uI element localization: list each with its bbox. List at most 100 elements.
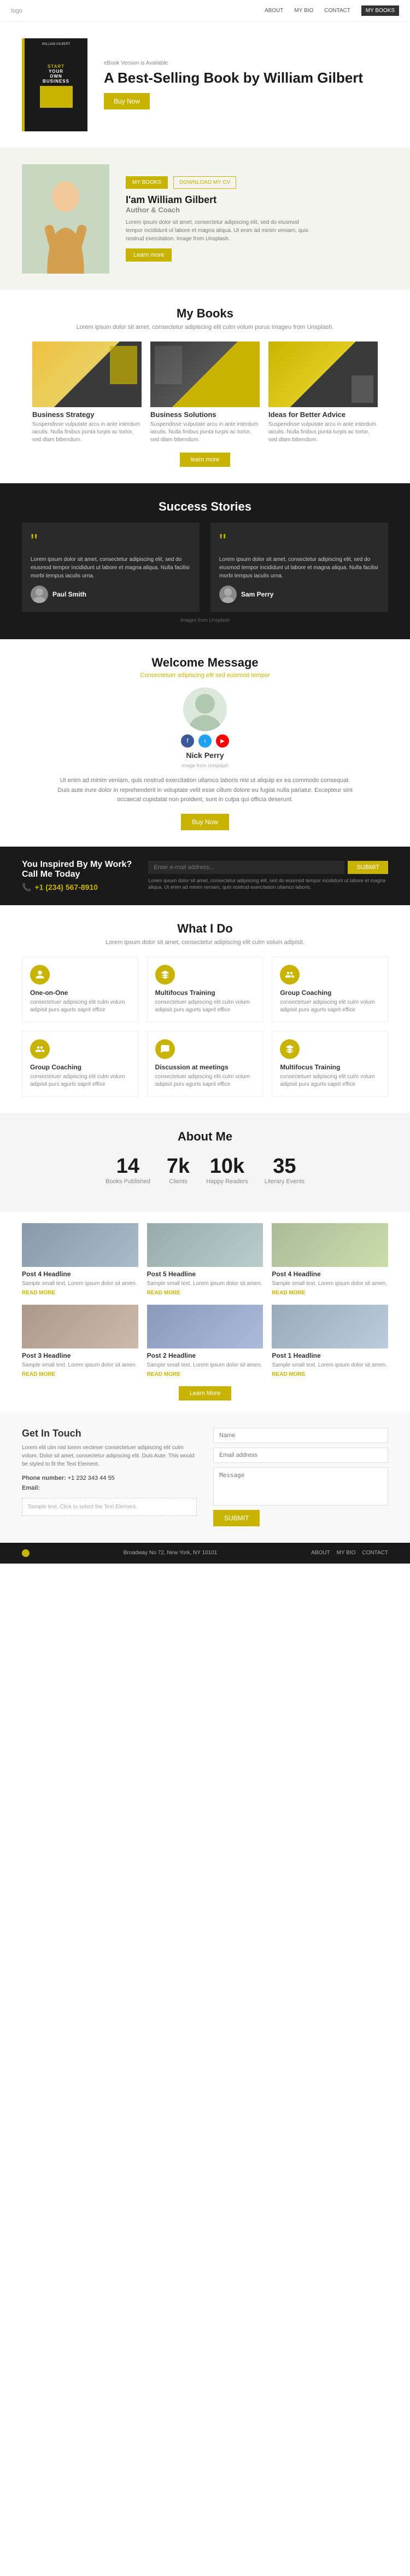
success-title: Success Stories	[22, 500, 388, 514]
book-cover-3	[268, 341, 378, 407]
blog-2-readmore[interactable]: READ MORE	[147, 1371, 263, 1377]
blog-5-readmore[interactable]: READ MORE	[147, 1290, 263, 1296]
service-card-3: Group Coaching consectetuer adipiscing e…	[272, 957, 388, 1022]
book-2-title: Business Solutions	[150, 410, 260, 419]
contact-phone-value: +1 232 343 44 55	[68, 1475, 115, 1481]
nav-cta-button[interactable]: MY BOOKS	[361, 5, 399, 16]
stat-books: 14 Books Published	[106, 1155, 150, 1185]
welcome-title: Welcome Message	[22, 656, 388, 670]
service-card-4: Group Coaching consectetuer adipiscing e…	[22, 1031, 138, 1097]
success-stories-section: Success Stories " Lorem ipsum dolor sit …	[0, 483, 410, 639]
nav-link-bio[interactable]: MY BIO	[294, 8, 313, 14]
footer: Broadway No 72, New York, NY 10101 ABOUT…	[0, 1543, 410, 1564]
person-1-name: Paul Smith	[52, 591, 86, 598]
service-2-icon	[155, 965, 175, 985]
books-learn-more-button[interactable]: learn more	[180, 453, 231, 467]
blog-img-5	[147, 1223, 263, 1267]
book-author-label: WILLIAM GILBERT	[42, 43, 71, 46]
testimonial-1-text: Lorem ipsum dolor sit amet, consectetur …	[31, 555, 191, 580]
blog-1-readmore[interactable]: READ MORE	[272, 1371, 388, 1377]
blog-1-excerpt: Sample small text. Lorem ipsum dolor sit…	[272, 1362, 388, 1369]
contact-submit-button[interactable]: SUBMIT	[213, 1510, 260, 1526]
learn-more-button[interactable]: Learn more	[126, 248, 172, 262]
hero-ebook-label: eBook Version is Available	[104, 60, 388, 66]
service-card-2: Multifocus Training consectetuer adipisc…	[147, 957, 263, 1022]
twitter-icon[interactable]: t	[198, 734, 212, 748]
aboutme-title: About Me	[22, 1130, 388, 1144]
stat-books-number: 14	[106, 1155, 150, 1178]
book-3-title: Ideas for Better Advice	[268, 410, 378, 419]
blog-6-readmore[interactable]: READ MORE	[272, 1290, 388, 1296]
nav-link-about[interactable]: ABOUT	[265, 8, 283, 14]
stat-books-label: Books Published	[106, 1178, 150, 1185]
contact-name-input[interactable]	[213, 1428, 388, 1443]
welcome-buy-button[interactable]: Buy Now	[181, 814, 229, 830]
stat-clients: 7k Clients	[167, 1155, 190, 1185]
stats-row: 14 Books Published 7k Clients 10k Happy …	[22, 1155, 388, 1185]
nav-logo: logo	[11, 8, 22, 14]
blog-6-excerpt: Sample small text. Lorem ipsum dolor sit…	[272, 1280, 388, 1288]
service-1-desc: consectetuer adipiscing elit culm volum …	[30, 999, 130, 1014]
footer-link-about[interactable]: ABOUT	[311, 1550, 330, 1556]
facebook-icon[interactable]: f	[181, 734, 194, 748]
welcome-text: Ut enim ad minim veniam, quis nostrud ex…	[57, 776, 353, 805]
service-5-title: Discussion at meetings	[155, 1063, 255, 1071]
contact-email-row: Email:	[22, 1485, 197, 1491]
services-grid: One-on-One consectetuer adipiscing elit …	[22, 957, 388, 1097]
nav-link-contact[interactable]: CONTACT	[324, 8, 350, 14]
book-1-desc: Suspendisse vulputate arcu in ante inter…	[32, 421, 142, 444]
blog-post-4: Post 4 Headline Sample small text. Lorem…	[22, 1223, 138, 1296]
hero-buy-button[interactable]: Buy Now	[104, 93, 150, 109]
book-cover-1	[32, 341, 142, 407]
blog-3-excerpt: Sample small text. Lorem ipsum dolor sit…	[22, 1362, 138, 1369]
blog-2-headline: Post 2 Headline	[147, 1352, 263, 1359]
author-role: Author & Coach	[126, 206, 312, 214]
contact-phone-label: Phone number:	[22, 1475, 66, 1481]
service-2-desc: consectetuer adipiscing elit culm volum …	[155, 999, 255, 1014]
blog-img-2	[147, 1305, 263, 1348]
hero-section: WILLIAM GILBERT START YOUR OWN BUSINESS …	[0, 22, 410, 148]
footer-link-contact[interactable]: CONTACT	[362, 1550, 388, 1556]
blog-3-readmore[interactable]: READ MORE	[22, 1371, 138, 1377]
book-2-desc: Suspendisse vulputate arcu in ante inter…	[150, 421, 260, 444]
avatar-1	[31, 586, 48, 603]
hero-text: eBook Version is Available A Best-Sellin…	[104, 60, 388, 109]
contact-email-input[interactable]	[213, 1448, 388, 1463]
blog-grid-top: Post 4 Headline Sample small text. Lorem…	[22, 1223, 388, 1296]
blog-post-5: Post 5 Headline Sample small text. Lorem…	[147, 1223, 263, 1296]
testimonial-2-person: Sam Perry	[219, 586, 379, 603]
my-books-section: My Books Lorem ipsum dolor sit amet, con…	[0, 290, 410, 483]
book-illustration: WILLIAM GILBERT START YOUR OWN BUSINESS	[22, 38, 87, 131]
my-books-button[interactable]: MY BOOKS	[126, 176, 168, 189]
service-5-icon	[155, 1039, 175, 1059]
welcome-person-name: Nick Perry	[186, 751, 224, 760]
welcome-social-icons: f t ▶	[181, 734, 229, 748]
download-cv-button[interactable]: DOWNLOAD MY CV	[173, 176, 236, 189]
cta-form: SUBMIT Lorem ipsum dolor sit amet, conse…	[148, 861, 388, 891]
author-image	[22, 164, 109, 274]
service-card-6: Multifocus Training consectetuer adipisc…	[272, 1031, 388, 1097]
cta-email-input[interactable]	[148, 861, 344, 874]
phone-icon: 📞	[22, 883, 31, 892]
blog-img-4	[22, 1223, 138, 1267]
contact-section: Get In Touch Lorem elit ulm nisl lorem v…	[0, 1411, 410, 1543]
cta-submit-button[interactable]: SUBMIT	[348, 861, 388, 874]
quote-icon-1: "	[31, 531, 191, 551]
welcome-avatar	[183, 687, 227, 731]
service-6-desc: consectetuer adipiscing elit culm volum …	[280, 1073, 380, 1089]
youtube-icon[interactable]: ▶	[216, 734, 229, 748]
blog-learn-more-button[interactable]: Learn More	[179, 1386, 231, 1400]
contact-description: Lorem elit ulm nisl lorem vecteser conse…	[22, 1444, 197, 1468]
welcome-section: Welcome Message Consectetuer adipiscing …	[0, 639, 410, 847]
whatido-title: What I Do	[22, 922, 388, 936]
contact-message-input[interactable]	[213, 1467, 388, 1506]
blog-cta: Learn More	[22, 1386, 388, 1400]
blog-img-6	[272, 1223, 388, 1267]
blog-3-headline: Post 3 Headline	[22, 1352, 138, 1359]
what-i-do-section: What I Do Lorem ipsum dolor sit amet, co…	[0, 905, 410, 1113]
footer-links: ABOUT MY BIO CONTACT	[311, 1550, 388, 1556]
footer-link-bio[interactable]: MY BIO	[337, 1550, 356, 1556]
quote-icon-2: "	[219, 531, 379, 551]
blog-4-readmore[interactable]: READ MORE	[22, 1290, 138, 1296]
service-1-title: One-on-One	[30, 989, 130, 997]
